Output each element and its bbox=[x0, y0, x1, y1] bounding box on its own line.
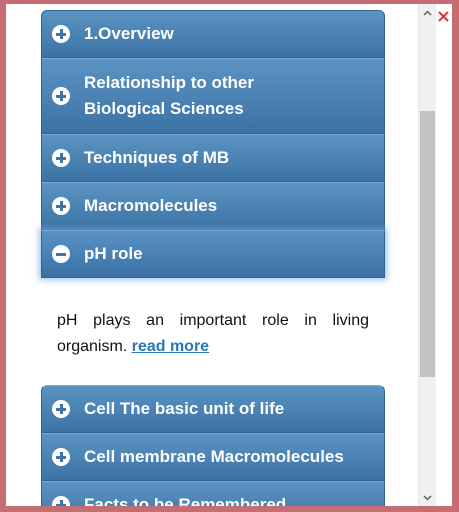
chevron-up-icon bbox=[423, 9, 432, 16]
close-icon[interactable] bbox=[437, 10, 450, 23]
topics-accordion: 1.Overview Relationship to other Biologi… bbox=[41, 10, 385, 506]
plus-circle-icon bbox=[52, 496, 70, 506]
plus-circle-icon bbox=[52, 197, 70, 215]
plus-circle-icon bbox=[52, 448, 70, 466]
accordion-item-techniques[interactable]: Techniques of MB bbox=[41, 134, 385, 182]
vertical-scrollbar[interactable] bbox=[418, 4, 436, 506]
accordion-viewport: 1.Overview Relationship to other Biologi… bbox=[6, 4, 418, 506]
accordion-item-label: Techniques of MB bbox=[84, 148, 230, 167]
scrollbar-thumb[interactable] bbox=[420, 111, 435, 377]
read-more-link[interactable]: read more bbox=[132, 338, 209, 355]
accordion-item-label: pH role bbox=[84, 244, 143, 263]
accordion-item-macromolecules[interactable]: Macromolecules bbox=[41, 182, 385, 230]
accordion-item-cell[interactable]: Cell The basic unit of life bbox=[41, 385, 385, 433]
plus-circle-icon bbox=[52, 25, 70, 43]
plus-circle-icon bbox=[52, 400, 70, 418]
plus-circle-icon bbox=[52, 87, 70, 105]
accordion-item-ph-role[interactable]: pH role bbox=[41, 230, 385, 278]
accordion-item-facts[interactable]: Facts to be Remembered bbox=[41, 481, 385, 506]
scroll-down-button[interactable] bbox=[419, 489, 436, 506]
accordion-item-relationship[interactable]: Relationship to other Biological Science… bbox=[41, 58, 385, 134]
plus-circle-icon bbox=[52, 149, 70, 167]
scroll-up-button[interactable] bbox=[419, 4, 436, 21]
ph-role-panel: pH plays an important role in living org… bbox=[41, 278, 385, 385]
accordion-item-label: Macromolecules bbox=[84, 196, 218, 215]
accordion-item-label: 1.Overview bbox=[84, 24, 174, 43]
accordion-item-label: Cell The basic unit of life bbox=[84, 399, 285, 418]
panel-text: pH plays an important role in living org… bbox=[57, 312, 369, 355]
chevron-down-icon bbox=[423, 494, 432, 501]
popup-window: 1.Overview Relationship to other Biologi… bbox=[6, 4, 452, 506]
accordion-item-overview[interactable]: 1.Overview bbox=[41, 10, 385, 58]
accordion-item-cell-membrane[interactable]: Cell membrane Macromolecules bbox=[41, 433, 385, 481]
accordion-item-label: Facts to be Remembered bbox=[84, 495, 287, 506]
accordion-item-label: Cell membrane Macromolecules bbox=[84, 447, 344, 466]
accordion-item-label: Relationship to other Biological Science… bbox=[84, 73, 254, 118]
minus-circle-icon bbox=[52, 245, 70, 263]
